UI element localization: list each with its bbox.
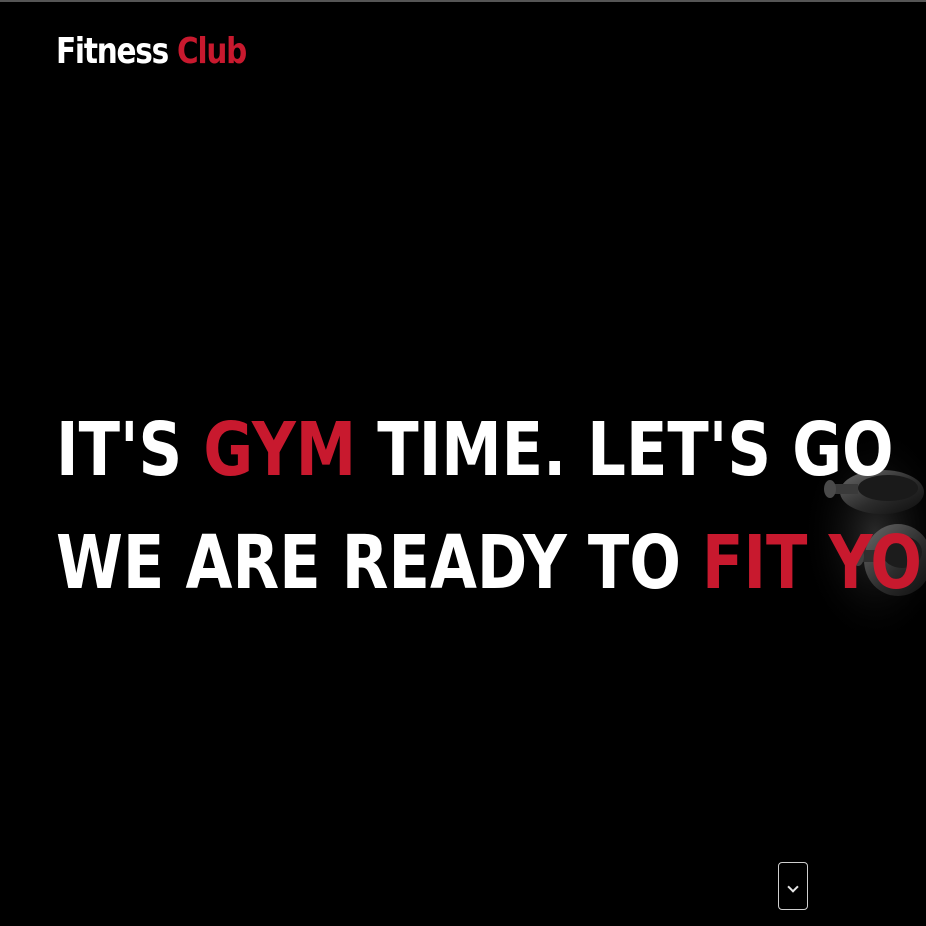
headline-line-2-start: WE ARE READY TO: [56, 520, 703, 606]
headline-line-1-start: IT'S: [56, 407, 204, 493]
scroll-down-button[interactable]: [778, 862, 808, 910]
headline-line-2-accent: FIT YOU: [702, 520, 926, 606]
brand-accent: Club: [177, 31, 247, 72]
hero-section: Fitness Club IT'S GYM TIME. LET'S GO WE …: [0, 0, 926, 926]
headline-line-1-accent: GYM: [203, 407, 357, 493]
brand-logo[interactable]: Fitness Club: [56, 28, 247, 76]
chevron-down-icon: [787, 881, 799, 893]
headline-line-1-end: TIME. LET'S GO: [356, 407, 894, 493]
top-border: [0, 0, 926, 2]
headline-line-1: IT'S GYM TIME. LET'S GO: [56, 394, 926, 507]
brand-name: Fitness: [56, 31, 169, 72]
hero-headline: IT'S GYM TIME. LET'S GO WE ARE READY TO …: [56, 394, 926, 620]
headline-line-2: WE ARE READY TO FIT YOU: [56, 507, 926, 620]
